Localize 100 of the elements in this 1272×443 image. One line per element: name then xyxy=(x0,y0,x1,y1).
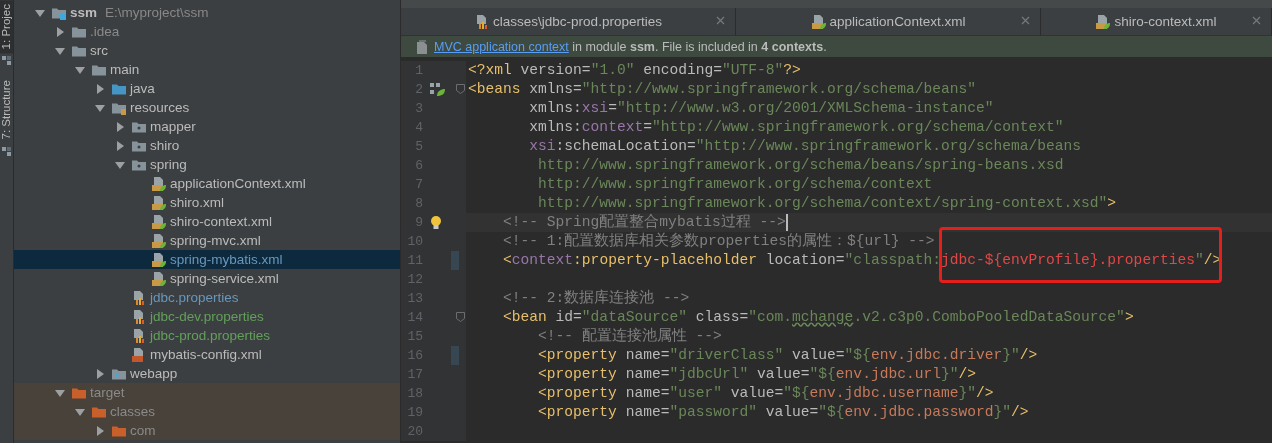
tree-item-label: spring-service.xml xyxy=(170,271,279,286)
properties-file-icon xyxy=(131,289,147,306)
tree-row[interactable]: ssm E:\myproject\ssm xyxy=(14,3,400,22)
tree-item-label: shiro.xml xyxy=(170,195,224,210)
tree-item-label: jdbc.properties xyxy=(150,290,239,305)
tool-window-tab[interactable]: 1: Projec xyxy=(0,0,13,54)
tree-row[interactable]: jdbc.properties xyxy=(14,288,400,307)
tree-item-label: shiro xyxy=(150,138,180,153)
tree-item-label: shiro-context.xml xyxy=(170,214,273,229)
tree-row[interactable]: mapper xyxy=(14,117,400,136)
collapsed-arrow-icon[interactable] xyxy=(114,120,126,133)
tree-item-label: resources xyxy=(130,100,190,115)
tree-row[interactable]: jdbc-dev.properties xyxy=(14,307,400,326)
tree-row[interactable]: shiro xyxy=(14,136,400,155)
tree-item-label: main xyxy=(110,62,140,77)
tree-item-label: jdbc-prod.properties xyxy=(150,328,271,343)
tree-row[interactable]: spring-mvc.xml xyxy=(14,231,400,250)
tree-item-label: mapper xyxy=(150,119,196,134)
tree-row[interactable]: spring-service.xml xyxy=(14,269,400,288)
tree-item-label: ssm xyxy=(70,5,98,20)
tree-item-label: classes xyxy=(110,404,155,419)
tree-row[interactable]: resources xyxy=(14,98,400,117)
spring-file-icon xyxy=(1095,13,1112,30)
tree-row[interactable]: applicationContext.xml xyxy=(14,174,400,193)
code-line: <property name="jdbcUrl" value="${env.jdbc.url}"/> xyxy=(537,365,976,384)
collapsed-arrow-icon[interactable] xyxy=(94,367,106,380)
properties-file-icon xyxy=(131,308,147,325)
close-icon[interactable] xyxy=(1252,16,1261,25)
tool-window-tab[interactable]: 7: Structure xyxy=(0,76,13,144)
tree-item-label: jdbc-dev.properties xyxy=(150,309,264,324)
tree-item-label: spring-mybatis.xml xyxy=(170,252,283,267)
tree-item-label: src xyxy=(90,43,108,58)
collapsed-arrow-icon[interactable] xyxy=(114,139,126,152)
project-path: E:\myproject\ssm xyxy=(105,5,209,20)
fold-icon[interactable] xyxy=(456,84,465,94)
code-line: <!-- 1:配置数据库相关参数properties的属性：${url} --> xyxy=(502,232,935,251)
tree-row[interactable]: .idea xyxy=(14,22,400,41)
collapsed-arrow-icon[interactable] xyxy=(94,424,106,437)
tool-window-icon[interactable] xyxy=(1,145,12,157)
code-line: <!-- 2:数据库连接池 --> xyxy=(502,289,690,308)
code-line: <beans xmlns="http://www.springframework.org/schema/beans" xyxy=(468,80,976,99)
tree-row[interactable]: shiro-context.xml xyxy=(14,212,400,231)
tree-item-label: mybatis-config.xml xyxy=(150,347,262,362)
tree-row[interactable]: target xyxy=(14,383,400,402)
code-line: <property name="driverClass" value="${env.jdbc.driver}"/> xyxy=(537,346,1038,365)
tree-row[interactable]: com xyxy=(14,421,400,440)
bean-gutter-icon[interactable] xyxy=(430,82,446,97)
code-line: <bean id="dataSource" class="com.mchange.v2.c3p0.ComboPooledDataSource"> xyxy=(502,308,1134,327)
spring-file-icon xyxy=(151,175,167,192)
tree-row[interactable]: jdbc-prod.properties xyxy=(14,326,400,345)
code-line: <property name="password" value="${env.jdbc.password}"/> xyxy=(537,403,1029,422)
spring-file-icon xyxy=(151,232,167,249)
tree-item-label: java xyxy=(130,81,155,96)
tree-row[interactable]: java xyxy=(14,79,400,98)
code-line: <!-- 配置连接池属性 --> xyxy=(537,327,722,346)
close-icon[interactable] xyxy=(716,16,725,25)
properties-file-icon xyxy=(131,327,147,344)
code-line: <!-- Spring配置整合mybatis过程 --> xyxy=(502,213,786,232)
code-line: xsi:schemaLocation="http://www.springframework.org/schema/beans xyxy=(528,137,1082,156)
editor-tab[interactable]: applicationContext.xml xyxy=(736,8,1041,35)
collapsed-arrow-icon[interactable] xyxy=(54,25,66,38)
code-line: http://www.springframework.org/schema/context/spring-context.xsd"> xyxy=(537,194,1117,213)
document-icon xyxy=(416,39,428,54)
close-icon[interactable] xyxy=(1021,16,1030,25)
collapsed-arrow-icon[interactable] xyxy=(94,82,106,95)
tree-item-label: spring-mvc.xml xyxy=(170,233,261,248)
code-line: xmlns:context="http://www.springframework.org/schema/context" xyxy=(528,118,1064,137)
spring-file-icon xyxy=(151,213,167,230)
spring-file-icon xyxy=(810,13,827,30)
spring-file-icon xyxy=(151,270,167,287)
change-marker[interactable] xyxy=(451,251,459,270)
tree-row[interactable]: mybatis-config.xml xyxy=(14,345,400,364)
code-line: http://www.springframework.org/schema/beans/spring-beans.xsd xyxy=(537,156,1064,175)
tree-row[interactable]: webapp xyxy=(14,364,400,383)
tool-window-icon[interactable] xyxy=(1,55,12,67)
tree-row[interactable]: classes xyxy=(14,402,400,421)
change-marker[interactable] xyxy=(451,346,459,365)
tree-item-label: .idea xyxy=(90,24,120,39)
code-line: http://www.springframework.org/schema/context xyxy=(537,175,933,194)
code-line: <?xml version="1.0" encoding="UTF-8"?> xyxy=(468,61,801,80)
context-notice: MVC application context in module ssm. File is included in 4 contexts. xyxy=(434,39,827,54)
text-cursor xyxy=(785,214,788,231)
tree-item-label: spring xyxy=(150,157,187,172)
fold-icon[interactable] xyxy=(456,312,465,322)
code-line: <property name="user" value="${env.jdbc.username}"/> xyxy=(537,384,994,403)
editor-tab[interactable]: shiro-context.xml xyxy=(1041,8,1272,35)
tree-row[interactable]: shiro.xml xyxy=(14,193,400,212)
editor-tab[interactable]: classes\jdbc-prod.properties xyxy=(401,8,736,35)
tree-row[interactable]: spring xyxy=(14,155,400,174)
tree-row[interactable]: spring-mybatis.xml xyxy=(14,250,400,269)
tree-row[interactable]: main xyxy=(14,60,400,79)
tree-item-label: target xyxy=(90,385,125,400)
lightbulb-icon[interactable] xyxy=(430,215,442,230)
spring-file-icon xyxy=(151,251,167,268)
tree-row[interactable]: src xyxy=(14,41,400,60)
tree-item-label: applicationContext.xml xyxy=(170,176,306,191)
tree-item-label: com xyxy=(130,423,156,438)
spring-file-icon xyxy=(151,194,167,211)
code-line: xmlns:xsi="http://www.w3.org/2001/XMLSchema-instance" xyxy=(528,99,994,118)
context-link[interactable]: MVC application context xyxy=(434,39,569,54)
